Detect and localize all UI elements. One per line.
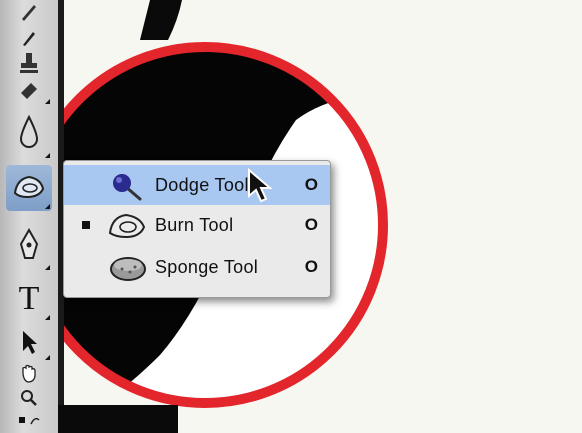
magnified-photoshop-scene: T Dodge Tool O Burn Tool O Sponge Tool O bbox=[0, 0, 582, 433]
menu-item-sponge-tool[interactable]: Sponge Tool O bbox=[64, 247, 330, 287]
menu-item-shortcut: O bbox=[304, 257, 318, 276]
tool-zoom[interactable] bbox=[6, 388, 52, 412]
hand-icon bbox=[18, 362, 40, 389]
type-icon: T bbox=[18, 280, 40, 317]
tool-blur[interactable] bbox=[6, 110, 52, 160]
tool-pen[interactable] bbox=[6, 222, 52, 272]
menu-item-shortcut: O bbox=[304, 215, 318, 234]
blur-icon bbox=[15, 114, 43, 156]
tool-type[interactable]: T bbox=[6, 276, 52, 322]
menu-item-burn-tool[interactable]: Burn Tool O bbox=[64, 205, 330, 245]
menu-item-shortcut: O bbox=[304, 175, 318, 194]
menu-item-label: Dodge Tool bbox=[155, 174, 249, 195]
tool-hand[interactable] bbox=[6, 362, 52, 388]
menu-item-label: Sponge Tool bbox=[155, 256, 259, 277]
current-tool-indicator bbox=[82, 221, 90, 229]
sponge-icon bbox=[106, 249, 150, 285]
tool-eraser[interactable] bbox=[6, 80, 52, 106]
tool-dodge-burn[interactable] bbox=[6, 165, 52, 211]
burn-icon bbox=[106, 207, 150, 243]
tool-path-selection[interactable] bbox=[6, 326, 52, 362]
dodge-icon bbox=[106, 167, 150, 203]
dodge-burn-icon bbox=[11, 171, 47, 206]
path-selection-icon bbox=[19, 329, 39, 360]
swap-colors-icon bbox=[17, 414, 41, 433]
tool-brush[interactable] bbox=[6, 0, 52, 28]
pen-icon bbox=[17, 227, 41, 267]
menu-item-label: Burn Tool bbox=[155, 214, 234, 235]
clone-stamp-icon bbox=[17, 51, 41, 82]
tool-clone-stamp[interactable] bbox=[6, 52, 52, 80]
tools-panel: T bbox=[0, 0, 58, 433]
mouse-cursor-icon bbox=[248, 168, 273, 203]
tool-swap-colors[interactable] bbox=[6, 414, 52, 433]
brush-icon bbox=[18, 1, 40, 28]
history-brush-icon bbox=[18, 27, 40, 54]
menu-item-dodge-tool[interactable]: Dodge Tool O bbox=[64, 165, 330, 205]
tool-flyout-menu: Dodge Tool O Burn Tool O Sponge Tool O bbox=[63, 160, 331, 298]
tool-history-brush[interactable] bbox=[6, 28, 52, 52]
zoom-icon bbox=[19, 388, 39, 413]
eraser-icon bbox=[17, 81, 41, 106]
